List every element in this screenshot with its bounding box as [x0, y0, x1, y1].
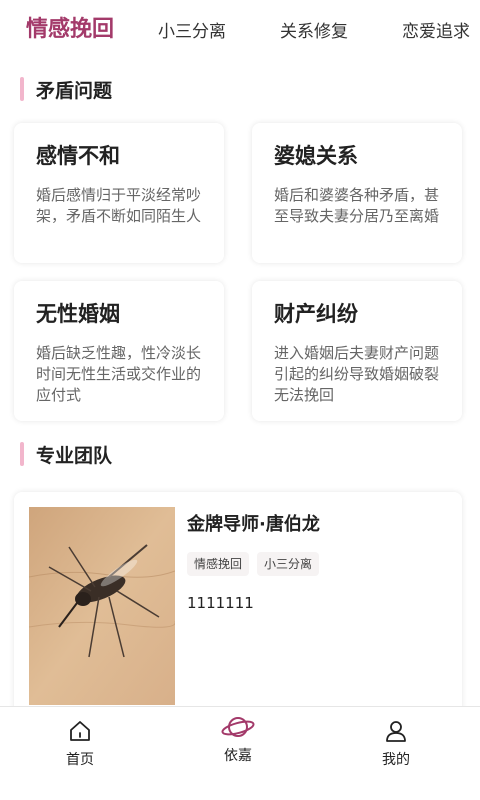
home-icon — [70, 721, 90, 741]
tab-relationship-repair[interactable]: 关系修复 — [280, 18, 348, 46]
mosquito-photo-icon — [29, 507, 175, 705]
problem-card-emotional-discord[interactable]: 感情不和 婚后感情归于平淡经常吵架，矛盾不断如同陌生人 — [14, 123, 224, 263]
team-member-note: 1111111 — [187, 594, 254, 612]
problem-card-property-dispute[interactable]: 财产纠纷 进入婚姻后夫妻财产问题引起的纠纷导致婚姻破裂无法挽回 — [252, 281, 462, 421]
problem-card-desc: 婚后缺乏性趣，性冷淡长时间无性生活或交作业的应付式 — [36, 344, 202, 404]
problem-card-title: 感情不和 — [36, 144, 120, 168]
bottom-navigation: 首页 依嘉 我的 — [0, 706, 480, 800]
planet-icon — [221, 717, 255, 737]
nav-mine-label: 我的 — [382, 752, 410, 768]
problem-card-title: 财产纠纷 — [274, 302, 358, 326]
section-problems-title: 矛盾问题 — [36, 79, 113, 102]
user-icon — [386, 721, 406, 742]
problem-card-title: 婆媳关系 — [274, 144, 358, 168]
tab-mistress-separation[interactable]: 小三分离 — [158, 18, 226, 46]
team-member-tags: 情感挽回 小三分离 — [187, 552, 320, 576]
problem-card-title: 无性婚姻 — [36, 302, 120, 326]
section-team-title: 专业团队 — [36, 444, 113, 467]
nav-yijia-label: 依嘉 — [224, 748, 252, 764]
section-accent-bar — [20, 77, 24, 101]
nav-home-label: 首页 — [66, 752, 94, 768]
nav-home[interactable]: 首页 — [20, 707, 140, 800]
problem-card-desc: 进入婚姻后夫妻财产问题引起的纠纷导致婚姻破裂无法挽回 — [274, 344, 440, 404]
team-tag: 小三分离 — [257, 552, 320, 576]
problem-card-sexless-marriage[interactable]: 无性婚姻 婚后缺乏性趣，性冷淡长时间无性生活或交作业的应付式 — [14, 281, 224, 421]
team-member-name: 金牌导师·唐伯龙 — [187, 514, 320, 535]
tab-love-pursuit[interactable]: 恋爱追求 — [402, 18, 470, 46]
problem-card-desc: 婚后感情归于平淡经常吵架，矛盾不断如同陌生人 — [36, 186, 202, 225]
tab-emotional-recovery[interactable]: 情感挽回 — [26, 16, 114, 44]
problem-card-desc: 婚后和婆婆各种矛盾，甚至导致夫妻分居乃至离婚 — [274, 186, 440, 225]
section-problems-header: 矛盾问题 — [20, 75, 112, 103]
problem-card-in-law-relations[interactable]: 婆媳关系 婚后和婆婆各种矛盾，甚至导致夫妻分居乃至离婚 — [252, 123, 462, 263]
team-tag: 情感挽回 — [187, 552, 250, 576]
team-member-card[interactable]: 金牌导师·唐伯龙 情感挽回 小三分离 1111111 — [14, 492, 462, 722]
team-member-photo — [29, 507, 175, 705]
section-accent-bar — [20, 442, 24, 466]
section-team-header: 专业团队 — [20, 440, 112, 468]
top-tab-bar: 情感挽回 小三分离 关系修复 恋爱追求 — [0, 0, 480, 64]
nav-mine[interactable]: 我的 — [336, 707, 456, 800]
nav-yijia[interactable]: 依嘉 — [178, 707, 298, 800]
